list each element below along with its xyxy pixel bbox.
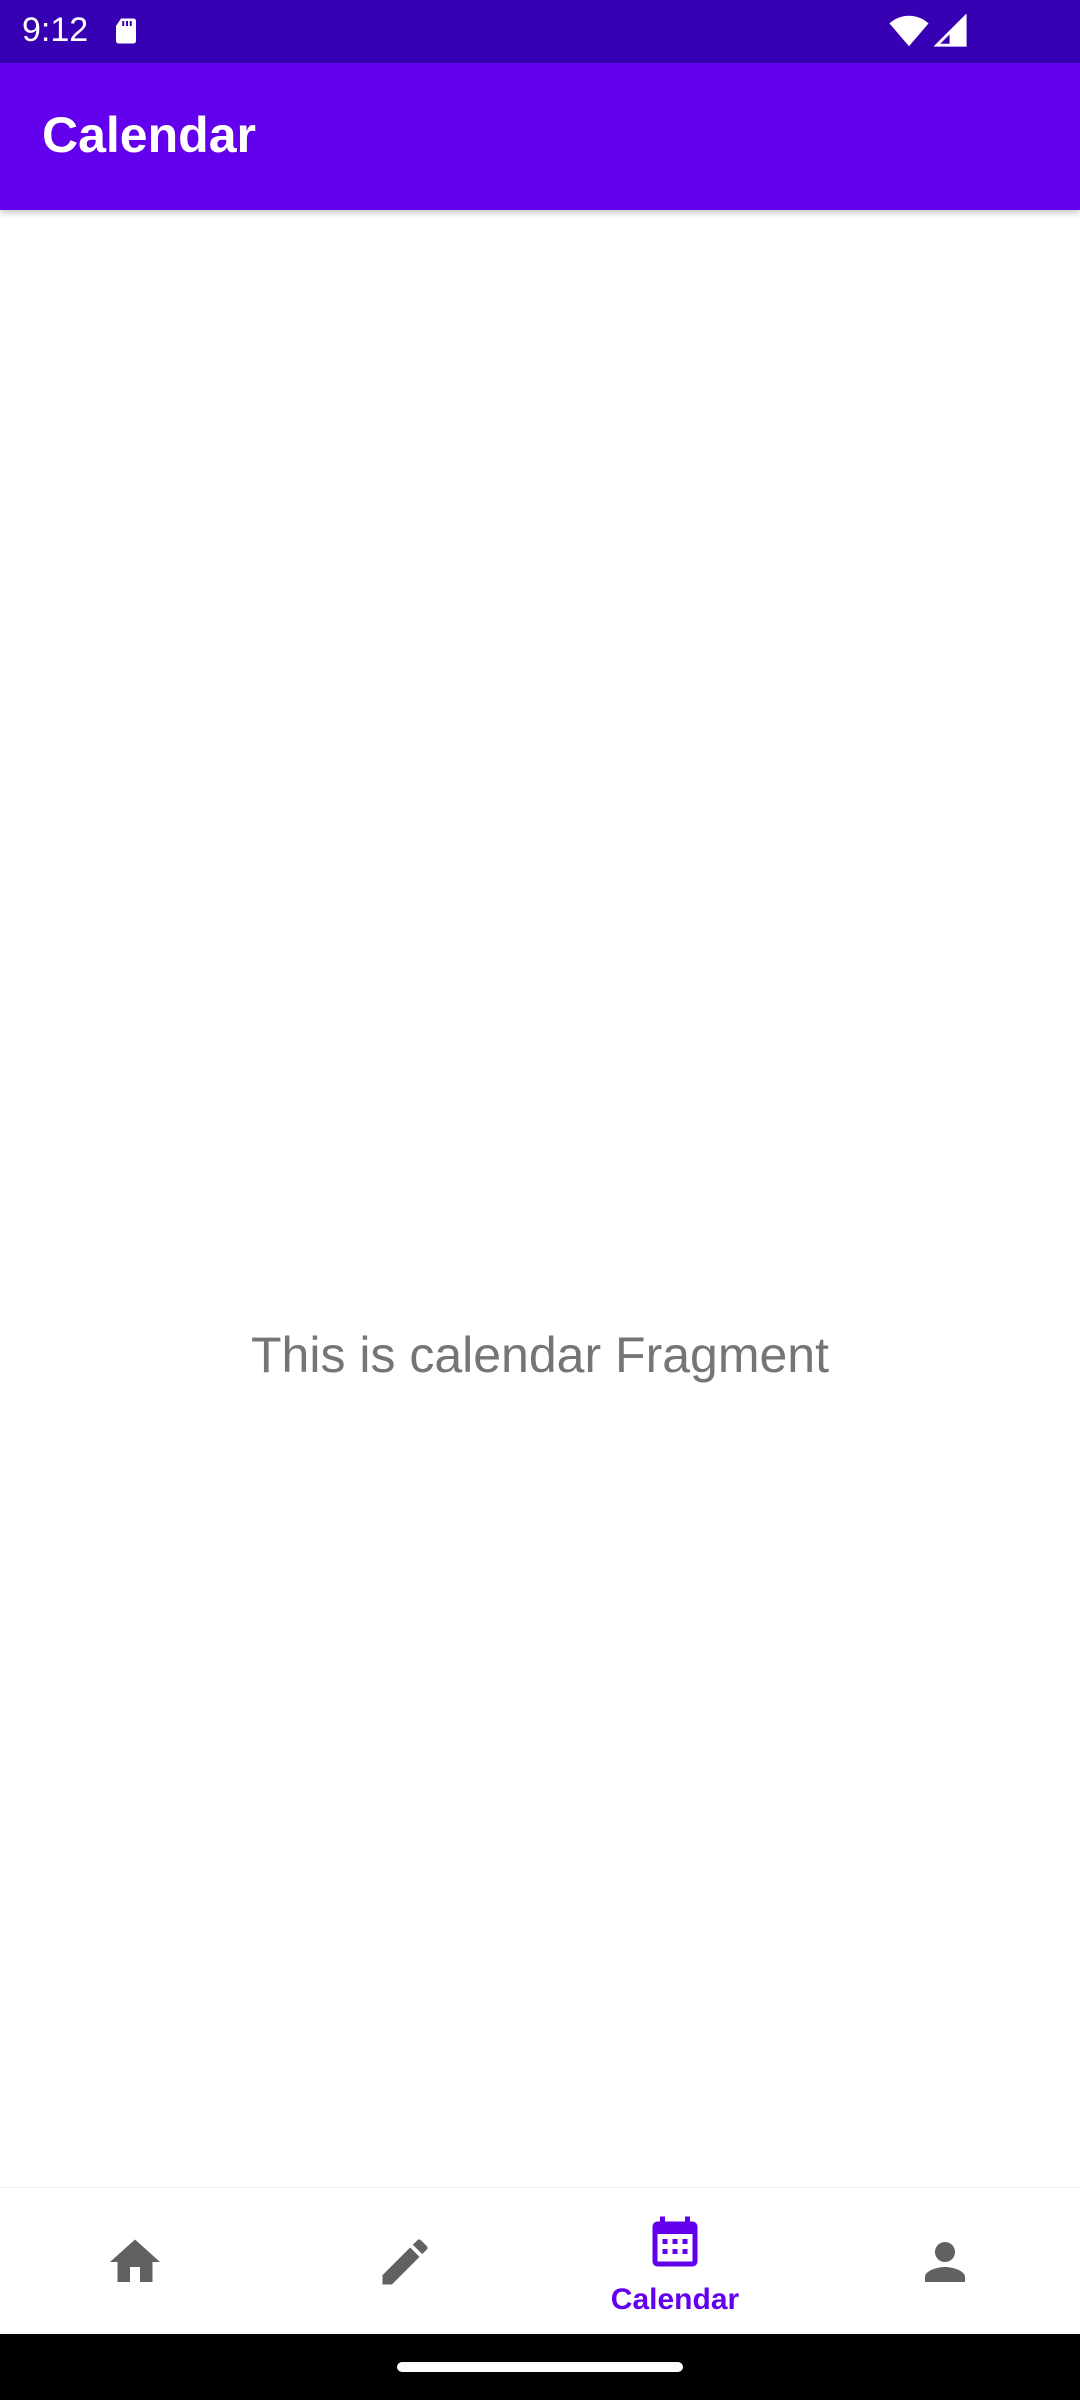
status-time: 9:12: [22, 11, 89, 49]
home-icon: [110, 2239, 160, 2282]
nav-item-profile[interactable]: [810, 2188, 1080, 2335]
status-bar: 9:12: [0, 0, 1080, 63]
page-title: Calendar: [42, 107, 256, 163]
nav-item-edit[interactable]: [270, 2188, 540, 2335]
wifi-icon: [889, 15, 929, 47]
sd-card-icon: [116, 18, 136, 44]
fragment-message: This is calendar Fragment: [250, 1327, 829, 1383]
nav-item-calendar[interactable]: Calendar: [540, 2188, 810, 2335]
gesture-handle[interactable]: [397, 2362, 683, 2372]
fragment-content: This is calendar Fragment: [0, 210, 1080, 2187]
system-navigation-bar: [0, 2334, 1080, 2400]
person-icon: [925, 2242, 965, 2282]
nav-item-home[interactable]: [0, 2188, 270, 2335]
signal-icon: [934, 14, 967, 47]
app-bar: Calendar: [0, 63, 1080, 210]
calendar-icon: [652, 2216, 698, 2267]
bottom-navigation: Calendar: [0, 2187, 1080, 2334]
pencil-icon: [382, 2239, 428, 2285]
nav-item-label: Calendar: [610, 2283, 740, 2316]
